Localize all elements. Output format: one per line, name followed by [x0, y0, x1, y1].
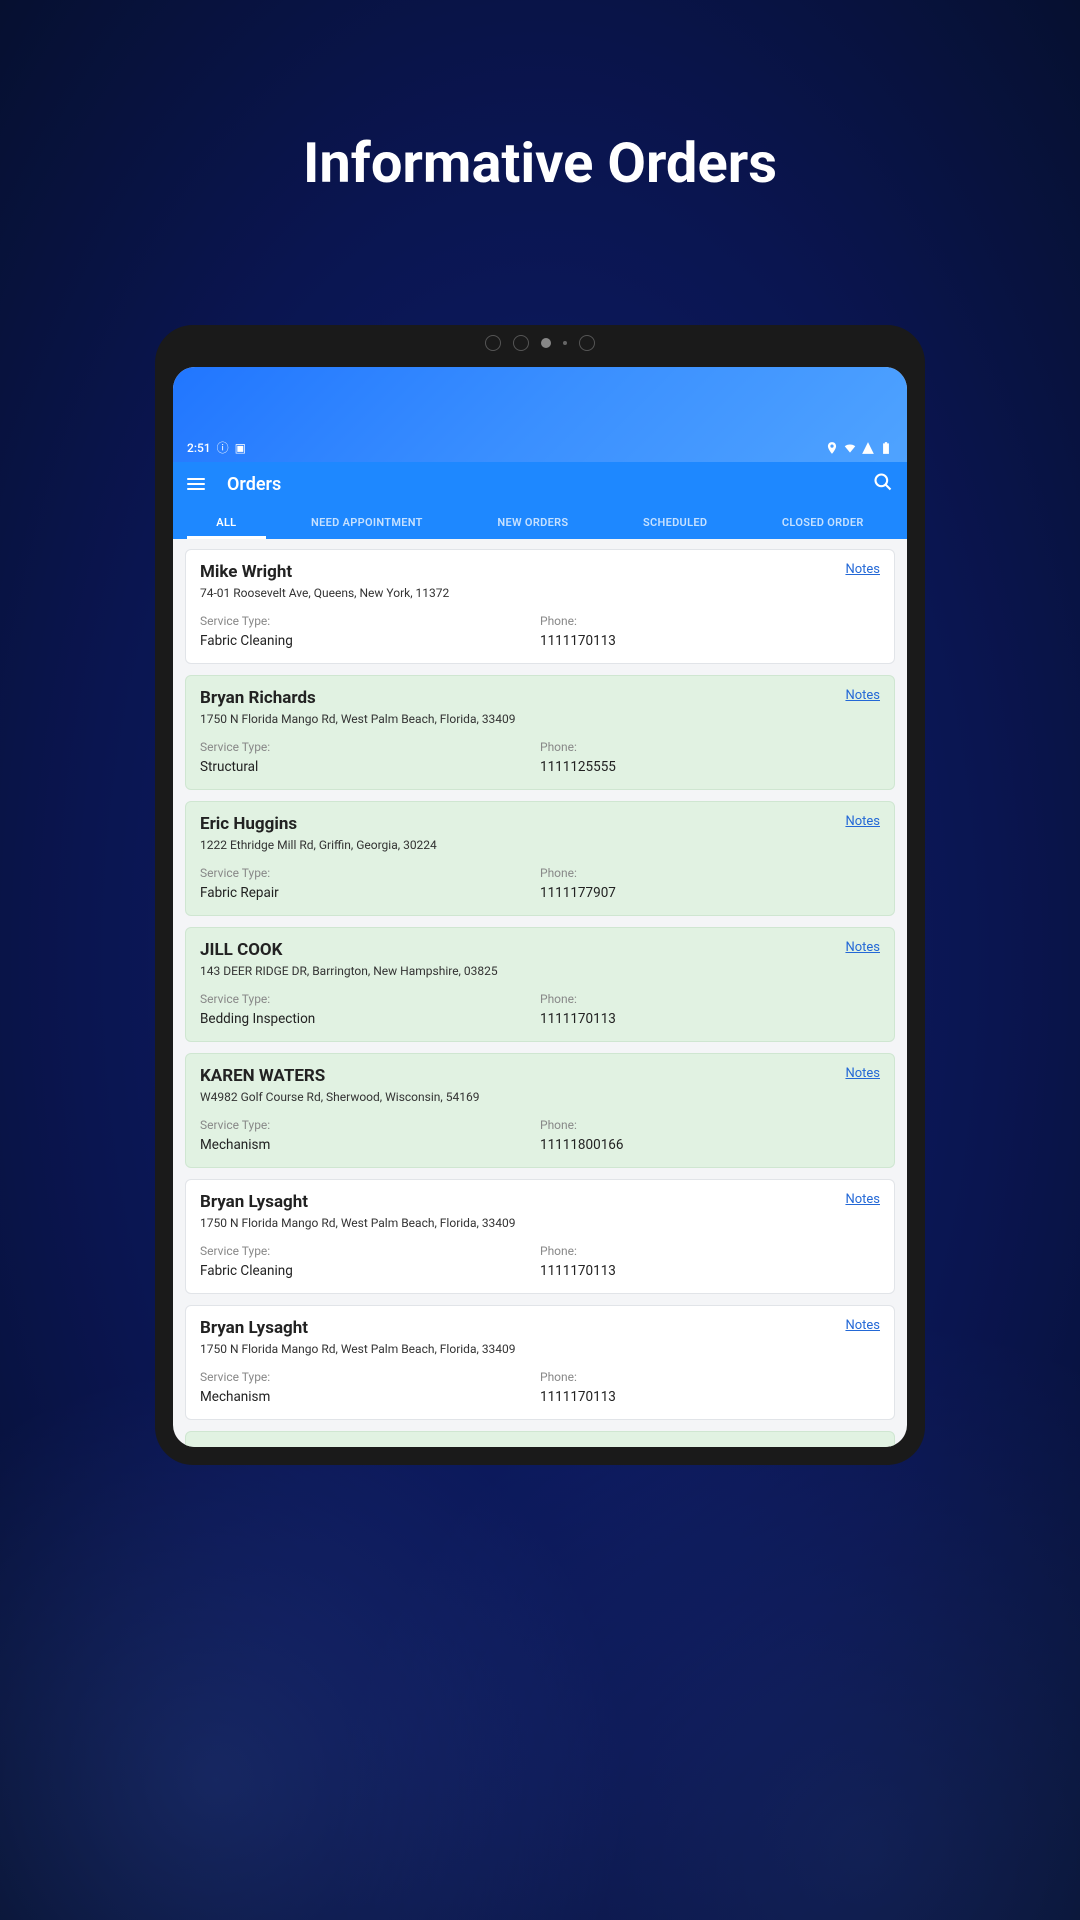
phone-label: Phone:	[540, 1244, 880, 1258]
service-type-label: Service Type:	[200, 614, 540, 628]
service-type-value: Fabric Repair	[200, 885, 540, 901]
order-customer-name: JILL COOK	[200, 940, 880, 960]
notes-link[interactable]: Notes	[845, 814, 880, 829]
order-address: W4982 Golf Course Rd, Sherwood, Wisconsi…	[200, 1090, 880, 1104]
order-address: 143 DEER RIDGE DR, Barrington, New Hamps…	[200, 964, 880, 978]
camera-dot-icon	[485, 335, 501, 351]
location-icon	[825, 441, 839, 455]
phone-value: 1111170113	[540, 1389, 880, 1405]
service-type-label: Service Type:	[200, 1244, 540, 1258]
notes-link[interactable]: Notes	[845, 940, 880, 955]
tab-all[interactable]: ALL	[179, 506, 274, 539]
order-address: 1222 Ethridge Mill Rd, Griffin, Georgia,…	[200, 838, 880, 852]
order-address: 1750 N Florida Mango Rd, West Palm Beach…	[200, 1216, 880, 1230]
status-bar: 2:51 ⓘ ▣	[173, 439, 907, 456]
notes-link[interactable]: Notes	[845, 1066, 880, 1081]
order-customer-name: Bryan Lysaght	[200, 1192, 880, 1212]
search-icon[interactable]	[873, 472, 893, 496]
status-wallpaper: 2:51 ⓘ ▣	[173, 367, 907, 462]
phone-value: 11111800166	[540, 1137, 880, 1153]
phone-label: Phone:	[540, 992, 880, 1006]
tablet-screen: 2:51 ⓘ ▣ Orders ALLNEED APPOI	[173, 367, 907, 1447]
service-type-value: Mechanism	[200, 1389, 540, 1405]
service-type-value: Fabric Cleaning	[200, 1263, 540, 1279]
app-title: Orders	[227, 474, 873, 495]
order-card[interactable]: NotesMike Wright 74-01 Roosevelt Ave, Que…	[185, 549, 895, 664]
app-bar: Orders	[173, 462, 907, 506]
tab-need-appointment[interactable]: NEED APPOINTMENT	[274, 506, 460, 539]
service-type-value: Mechanism	[200, 1137, 540, 1153]
tablet-camera-cluster	[485, 335, 595, 351]
notes-link[interactable]: Notes	[845, 688, 880, 703]
order-card[interactable]: NotesBryan Richards 1750 N Florida Mango …	[185, 675, 895, 790]
phone-value: 1111170113	[540, 1011, 880, 1027]
tab-bar: ALLNEED APPOINTMENTNEW ORDERSSCHEDULEDCL…	[173, 506, 907, 539]
order-customer-name: Mike Wright	[200, 562, 880, 582]
order-address: 1750 N Florida Mango Rd, West Palm Beach…	[200, 712, 880, 726]
phone-value: 1111170113	[540, 1263, 880, 1279]
service-type-label: Service Type:	[200, 1370, 540, 1384]
camera-dot-icon	[563, 341, 567, 345]
phone-label: Phone:	[540, 1118, 880, 1132]
notes-link[interactable]: Notes	[845, 1318, 880, 1333]
status-app-icon: ▣	[235, 441, 246, 455]
service-type-label: Service Type:	[200, 992, 540, 1006]
camera-dot-icon	[541, 338, 551, 348]
orders-list[interactable]: NotesMike Wright74-01 Roosevelt Ave, Que…	[173, 539, 907, 1447]
phone-label: Phone:	[540, 1370, 880, 1384]
notes-link[interactable]: Notes	[845, 1192, 880, 1207]
battery-icon	[879, 441, 893, 455]
signal-icon	[861, 441, 875, 455]
tablet-device-frame: 2:51 ⓘ ▣ Orders ALLNEED APPOI	[155, 325, 925, 1465]
phone-label: Phone:	[540, 866, 880, 880]
menu-icon[interactable]	[187, 478, 205, 490]
tab-closed-order[interactable]: CLOSED ORDER	[745, 506, 901, 539]
status-left: 2:51 ⓘ ▣	[187, 439, 246, 456]
status-right	[825, 441, 893, 455]
order-card[interactable]: NotesEric Huggins 1222 Ethridge Mill Rd, …	[185, 801, 895, 916]
service-type-value: Bedding Inspection	[200, 1011, 540, 1027]
phone-label: Phone:	[540, 614, 880, 628]
order-card[interactable]: NotesBryan Lysaght 1750 N Florida Mango R…	[185, 1179, 895, 1294]
order-card-peek	[185, 1431, 895, 1447]
order-customer-name: Eric Huggins	[200, 814, 880, 834]
camera-dot-icon	[579, 335, 595, 351]
phone-value: 1111177907	[540, 885, 880, 901]
order-card[interactable]: NotesBryan Lysaght 1750 N Florida Mango R…	[185, 1305, 895, 1420]
phone-value: 1111125555	[540, 759, 880, 775]
service-type-value: Structural	[200, 759, 540, 775]
status-time: 2:51	[187, 441, 211, 455]
order-customer-name: Bryan Richards	[200, 688, 880, 708]
wifi-icon	[843, 441, 857, 455]
order-address: 1750 N Florida Mango Rd, West Palm Beach…	[200, 1342, 880, 1356]
tab-scheduled[interactable]: SCHEDULED	[606, 506, 745, 539]
service-type-label: Service Type:	[200, 1118, 540, 1132]
order-card[interactable]: NotesJILL COOK 143 DEER RIDGE DR, Barring…	[185, 927, 895, 1042]
order-address: 74-01 Roosevelt Ave, Queens, New York, 1…	[200, 586, 880, 600]
order-customer-name: KAREN WATERS	[200, 1066, 880, 1086]
marketing-headline: Informative Orders	[0, 0, 1080, 196]
tab-new-orders[interactable]: NEW ORDERS	[460, 506, 606, 539]
service-type-label: Service Type:	[200, 866, 540, 880]
order-customer-name: Bryan Lysaght	[200, 1318, 880, 1338]
service-type-value: Fabric Cleaning	[200, 633, 540, 649]
order-card[interactable]: NotesKAREN WATERS W4982 Golf Course Rd, S…	[185, 1053, 895, 1168]
phone-value: 1111170113	[540, 633, 880, 649]
notes-link[interactable]: Notes	[845, 562, 880, 577]
camera-dot-icon	[513, 335, 529, 351]
phone-label: Phone:	[540, 740, 880, 754]
status-info-icon: ⓘ	[217, 439, 229, 456]
service-type-label: Service Type:	[200, 740, 540, 754]
